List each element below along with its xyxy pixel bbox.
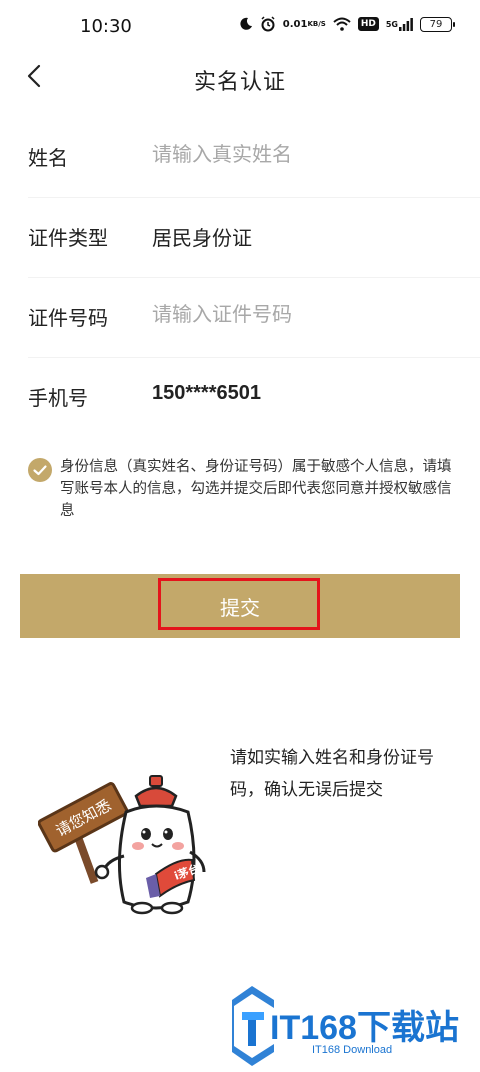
consent-text: 身份信息（真实姓名、身份证号码）属于敏感个人信息，请填写账号本人的信息，勾选并提… [60,459,452,519]
page-title: 实名认证 [193,70,286,95]
name-label: 姓名 [28,146,68,170]
wifi-icon [333,17,351,31]
status-icons: 0.01 KB/S HD 5G 79 [239,16,455,32]
alarm-icon [260,16,276,32]
name-row: 姓名 [28,118,480,198]
signal-icon: 5G [385,17,413,31]
status-time: 10:30 [80,16,132,37]
net-speed: 0.01 KB/S [282,18,326,30]
phone-value: 150****6501 [152,382,261,404]
mascot-illustration: 请您知悉 i茅台 [37,772,228,926]
battery-indicator: 79 [420,16,455,32]
phone-row: 手机号 150****6501 [28,358,480,438]
id-number-input[interactable] [152,296,452,332]
status-bar: 10:30 0.01 KB/S HD 5G 79 [0,0,480,52]
id-type-value[interactable]: 居民身份证 [152,222,252,251]
id-number-row: 证件号码 [28,278,480,358]
submit-button[interactable]: 提交 [20,574,460,638]
consent-checkbox[interactable] [28,458,52,482]
watermark-logo [232,986,274,1070]
id-type-label: 证件类型 [28,226,108,250]
moon-icon [239,17,253,31]
nav-bar: 实名认证 [0,52,480,104]
hd-icon: HD [357,17,379,31]
hint-text: 请如实输入姓名和身份证号码，确认无误后提交 [230,748,434,800]
checkmark-icon [33,465,47,476]
phone-label: 手机号 [28,386,88,410]
identity-form: 姓名 证件类型 居民身份证 证件号码 手机号 150****6501 [0,118,480,438]
net-speed-value: 0.01 [282,18,308,30]
signal-label: 5G [385,19,398,29]
watermark-subtext: IT168 Download [312,1044,393,1056]
id-type-row[interactable]: 证件类型 居民身份证 [28,198,480,278]
id-number-label: 证件号码 [28,306,108,330]
net-speed-unit: KB/S [307,19,326,28]
watermark-text: IT168下载站 [270,1009,459,1047]
name-input[interactable] [152,136,452,172]
